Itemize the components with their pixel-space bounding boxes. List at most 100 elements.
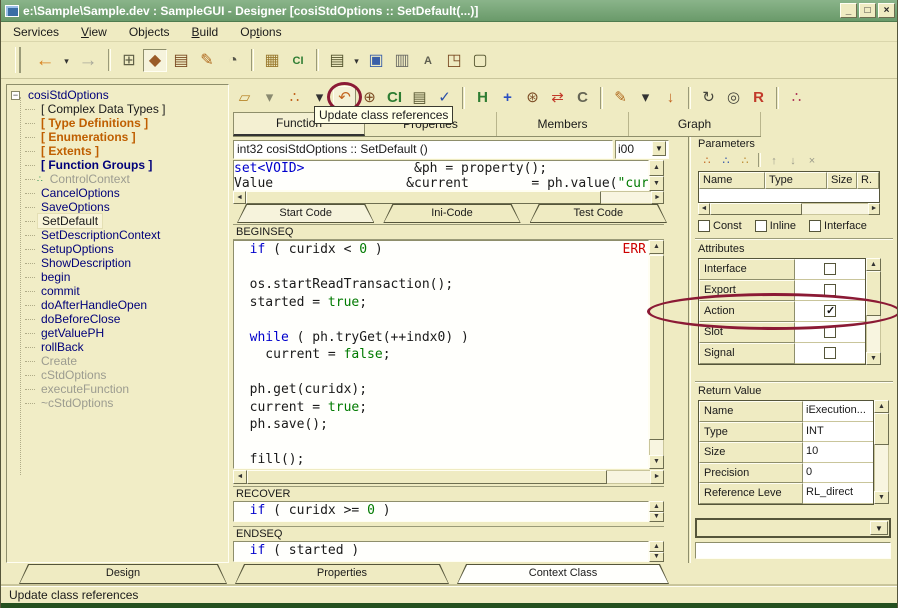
- add-parameter-icon[interactable]: ∴: [698, 152, 716, 169]
- recover-code-editor[interactable]: if ( curidx >= 0 ): [233, 501, 649, 522]
- server-icon[interactable]: ▥: [390, 49, 414, 72]
- return-value-vscroll-down-icon[interactable]: ▼: [874, 491, 889, 504]
- close-button[interactable]: ×: [878, 3, 895, 18]
- code-line[interactable]: while ( ph.tryGet(++indx0) ): [234, 329, 648, 347]
- code-line[interactable]: [234, 364, 648, 382]
- tree-item-setdescriptioncontext[interactable]: SetDescriptionContext: [11, 228, 228, 242]
- parameters-empty-row[interactable]: [699, 189, 879, 202]
- param-column-r[interactable]: R.: [857, 172, 879, 189]
- import-table-icon[interactable]: ▦: [260, 49, 284, 72]
- tree-item-begin[interactable]: begin: [11, 270, 228, 284]
- return-field-value[interactable]: INT: [803, 422, 873, 443]
- param-column-size[interactable]: Size: [827, 172, 857, 189]
- code-line[interactable]: [234, 311, 648, 329]
- beginseq-code-editor[interactable]: if ( curidx < 0 )ERR os.startReadTransac…: [233, 240, 649, 469]
- decl-hscroll-right-icon[interactable]: ►: [651, 191, 664, 204]
- const-checkbox[interactable]: [698, 220, 710, 232]
- code-hscroll-thumb[interactable]: [247, 470, 607, 484]
- attributes-vscroll-thumb[interactable]: [866, 271, 881, 316]
- tree-item-commit[interactable]: commit: [11, 284, 228, 298]
- export-box-icon[interactable]: ◳: [442, 49, 466, 72]
- tab-graph[interactable]: Graph: [629, 112, 761, 136]
- tree-item-canceloptions[interactable]: CancelOptions: [11, 186, 228, 200]
- back-icon[interactable]: ←: [31, 49, 59, 72]
- tree-item-cstdoptions[interactable]: cStdOptions: [11, 368, 228, 382]
- clock-icon[interactable]: ◔: [221, 49, 245, 72]
- code-line[interactable]: set<VOID> &ph = property();: [234, 161, 648, 176]
- tree-item-executefunction[interactable]: executeFunction: [11, 382, 228, 396]
- class-instance-icon[interactable]: CI: [286, 49, 310, 72]
- code-line[interactable]: os.startReadTransaction();: [234, 276, 648, 294]
- delete-parameter-icon[interactable]: ×: [803, 152, 821, 169]
- tree-item-complex-data-types[interactable]: [ Complex Data Types ]: [11, 102, 228, 116]
- tree-item-setupoptions[interactable]: SetupOptions: [11, 242, 228, 256]
- return-field-value[interactable]: 0: [803, 463, 873, 484]
- table-transfer-icon[interactable]: ⇄: [546, 86, 569, 109]
- return-field-value[interactable]: iExecution...: [803, 401, 873, 422]
- code-line[interactable]: [234, 434, 648, 452]
- eraser-icon[interactable]: ◆: [143, 49, 167, 72]
- code-vscroll-down-icon[interactable]: ▼: [649, 455, 664, 469]
- code-line[interactable]: ph.get(curidx);: [234, 381, 648, 399]
- code-hscroll-right-icon[interactable]: ►: [650, 470, 664, 484]
- new-function-icon[interactable]: ∴: [283, 86, 306, 109]
- tree-item-setdefault[interactable]: SetDefault: [11, 214, 228, 228]
- tree-item-extents[interactable]: [ Extents ]: [11, 144, 228, 158]
- titlebar[interactable]: e:\Sample\Sample.dev : SampleGUI - Desig…: [1, 0, 898, 22]
- tree-item-create[interactable]: Create: [11, 354, 228, 368]
- insert-parameter-icon[interactable]: ∴: [717, 152, 735, 169]
- copy-parameter-icon[interactable]: ∴: [736, 152, 754, 169]
- return-value-vscroll-up-icon[interactable]: ▲: [874, 400, 889, 413]
- edit-page-icon[interactable]: ✎: [195, 49, 219, 72]
- instance-combo[interactable]: i00 ▼: [615, 140, 669, 159]
- code-line[interactable]: ph.save();: [234, 416, 648, 434]
- menu-services[interactable]: Services: [13, 25, 59, 39]
- parameters-hscroll-right-icon[interactable]: ►: [868, 203, 880, 215]
- edit-code-icon[interactable]: ✎: [609, 86, 632, 109]
- open-function-icon[interactable]: ▱: [233, 86, 256, 109]
- tab-properties[interactable]: Properties: [235, 564, 449, 584]
- tree-item-function-groups[interactable]: [ Function Groups ]: [11, 158, 228, 172]
- tree-item-enumerations[interactable]: [ Enumerations ]: [11, 130, 228, 144]
- tree-item-getvalueph[interactable]: getValuePH: [11, 326, 228, 340]
- interface-checkbox[interactable]: [809, 220, 821, 232]
- tree-item-saveoptions[interactable]: SaveOptions: [11, 200, 228, 214]
- recover-scroll-down-icon[interactable]: ▼: [649, 512, 664, 522]
- tree-item-cosistdoptions[interactable]: −cosiStdOptions: [11, 88, 228, 102]
- recover-scroll-up-icon[interactable]: ▲: [649, 501, 664, 512]
- back-history-caret[interactable]: ▾: [61, 49, 72, 72]
- decl-scroll-down-icon[interactable]: ▼: [649, 176, 664, 191]
- tree-item-dobeforeclose[interactable]: doBeforeClose: [11, 312, 228, 326]
- tab-ini-code[interactable]: Ini-Code: [383, 204, 520, 223]
- action-checkbox[interactable]: [824, 305, 836, 317]
- param-column-name[interactable]: Name: [699, 172, 765, 189]
- function-signature-field[interactable]: int32 cosiStdOptions :: SetDefault (): [233, 140, 613, 159]
- code-line[interactable]: Value &current = ph.value("curr: [234, 176, 648, 191]
- tree-expander-icon[interactable]: −: [11, 91, 20, 100]
- tree-item-rollback[interactable]: rollBack: [11, 340, 228, 354]
- tab-design[interactable]: Design: [19, 564, 227, 584]
- return-field-value[interactable]: RL_direct: [803, 483, 873, 504]
- parameters-table[interactable]: NameTypeSizeR.: [698, 171, 880, 203]
- form-window-icon[interactable]: ▢: [468, 49, 492, 72]
- combo-caret-icon[interactable]: ▼: [652, 141, 666, 156]
- font-icon[interactable]: A: [416, 49, 440, 72]
- move-down-icon[interactable]: ↓: [784, 152, 802, 169]
- export-code-icon[interactable]: ↓: [659, 86, 682, 109]
- menu-objects[interactable]: Objects: [129, 25, 170, 39]
- code-line[interactable]: current = true;: [234, 399, 648, 417]
- code-line[interactable]: fill();: [234, 451, 648, 469]
- add-instance-icon[interactable]: +: [496, 86, 519, 109]
- list-view-icon[interactable]: ▤: [325, 49, 349, 72]
- tab-start-code[interactable]: Start Code: [237, 204, 374, 223]
- tree-item-type-definitions[interactable]: [ Type Definitions ]: [11, 116, 228, 130]
- com-instance-icon[interactable]: C: [571, 86, 594, 109]
- tree-item-cstdoptions[interactable]: ~cStdOptions: [11, 396, 228, 410]
- code-line[interactable]: current = false;: [234, 346, 648, 364]
- menu-view[interactable]: View: [81, 25, 107, 39]
- interface-checkbox[interactable]: [824, 263, 836, 275]
- attributes-vscrollbar[interactable]: ▲ ▼: [866, 258, 881, 365]
- parameters-hscroll-thumb[interactable]: [710, 203, 802, 215]
- tree-item-doafterhandleopen[interactable]: doAfterHandleOpen: [11, 298, 228, 312]
- code-line[interactable]: started = true;: [234, 294, 648, 312]
